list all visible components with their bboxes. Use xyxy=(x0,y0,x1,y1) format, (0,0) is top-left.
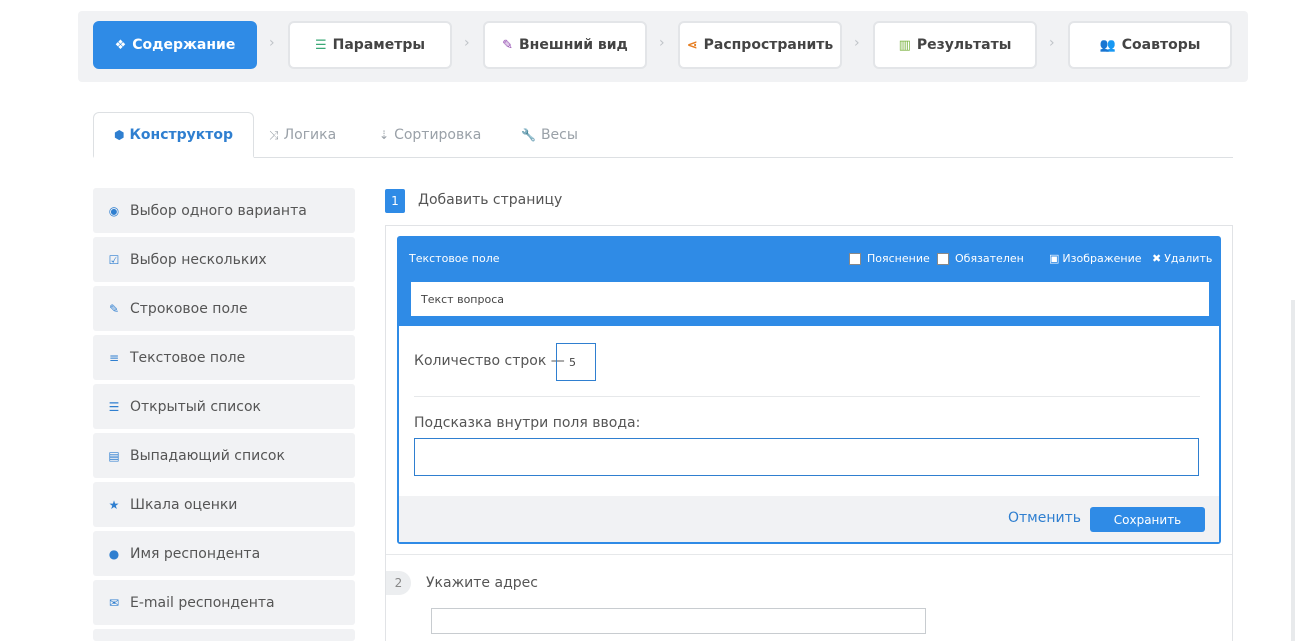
users-icon: 👥 xyxy=(1099,37,1116,53)
tab-sorting[interactable]: ⇣ Сортировка xyxy=(379,112,481,158)
close-icon: ✖ xyxy=(1152,252,1162,265)
cancel-button[interactable]: Отменить xyxy=(1008,510,1081,526)
random-icon: ⤨ xyxy=(269,127,279,142)
chevron-right-icon: › xyxy=(269,35,275,51)
tab-weights[interactable]: 🔧 Весы xyxy=(521,112,578,158)
step-label: Параметры xyxy=(332,37,426,53)
edit-icon: ✎ xyxy=(108,301,120,316)
sidebar-item-dropdown-list[interactable]: ▤ Выпадающий список xyxy=(93,433,355,478)
hint-label: Подсказка внутри поля ввода: xyxy=(414,415,641,431)
share-icon: ⋖ xyxy=(686,37,698,53)
sidebar-item-label: Шкала оценки xyxy=(130,496,238,513)
sidebar-item-label: Выбор нескольких xyxy=(130,251,267,268)
rows-count-label: Количество строк — xyxy=(414,353,565,369)
wrench-icon: 🔧 xyxy=(521,128,536,142)
image-label: Изображение xyxy=(1062,252,1142,265)
required-toggle[interactable]: Обязателен xyxy=(937,252,1024,265)
question-editor-footer: Отменить Сохранить xyxy=(399,496,1219,542)
align-left-icon: ≡ xyxy=(108,350,120,365)
brush-icon: ✎ xyxy=(502,37,514,53)
star-icon: ★ xyxy=(108,497,120,512)
delete-label: Удалить xyxy=(1164,252,1213,265)
user-icon: ● xyxy=(108,546,120,561)
question-type-label: Текстовое поле xyxy=(409,252,500,265)
sidebar-item-respondent-name[interactable]: ● Имя респондента xyxy=(93,531,355,576)
step-label: Результаты xyxy=(916,37,1012,53)
wizard-bar: ❖ Содержание › ☰ Параметры › ✎ Внешний в… xyxy=(78,11,1248,82)
sidebar-item-multiple-choice[interactable]: ☑ Выбор нескольких xyxy=(93,237,355,282)
required-label: Обязателен xyxy=(955,252,1024,265)
sidebar-item-label: Текстовое поле xyxy=(130,349,246,366)
dropdown-list-icon: ▤ xyxy=(108,448,120,463)
sidebar-item-string-field[interactable]: ✎ Строковое поле xyxy=(93,286,355,331)
step-coauthors[interactable]: 👥 Соавторы xyxy=(1068,21,1232,69)
required-checkbox[interactable] xyxy=(937,252,949,265)
chevron-right-icon: › xyxy=(464,35,470,51)
chevron-right-icon: › xyxy=(659,35,665,51)
sidebar-item-respondent-email[interactable]: ✉ E-mail респондента xyxy=(93,580,355,625)
step-label: Распространить xyxy=(703,37,834,53)
image-button[interactable]: ▣ Изображение xyxy=(1049,252,1142,265)
step-results[interactable]: ▥ Результаты xyxy=(873,21,1037,69)
sliders-icon: ☰ xyxy=(314,37,327,53)
question-title[interactable]: Укажите адрес xyxy=(426,575,538,591)
step-parameters[interactable]: ☰ Параметры xyxy=(288,21,452,69)
chevron-right-icon: › xyxy=(854,35,860,51)
sidebar-item-label: Выпадающий список xyxy=(130,447,285,464)
scrollbar[interactable] xyxy=(1291,300,1295,641)
chevron-right-icon: › xyxy=(1049,35,1055,51)
question-text-input[interactable]: Текст вопроса xyxy=(411,282,1209,316)
sidebar-item-rating-scale[interactable]: ★ Шкала оценки xyxy=(93,482,355,527)
explain-toggle[interactable]: Пояснение xyxy=(849,252,930,265)
sidebar-item-open-list[interactable]: ☰ Открытый список xyxy=(93,384,355,429)
divider xyxy=(414,396,1200,397)
question-number-badge: 2 xyxy=(386,571,411,595)
step-content[interactable]: ❖ Содержание xyxy=(93,21,257,69)
explain-label: Пояснение xyxy=(867,252,930,265)
step-label: Соавторы xyxy=(1121,37,1201,53)
sidebar-item-label: Имя респондента xyxy=(130,545,261,562)
tab-logic[interactable]: ⤨ Логика xyxy=(269,112,336,158)
step-share[interactable]: ⋖ Распространить xyxy=(678,21,842,69)
rows-count-input[interactable]: 5 xyxy=(556,343,596,381)
sidebar-item-text-field[interactable]: ≡ Текстовое поле xyxy=(93,335,355,380)
envelope-icon: ✉ xyxy=(108,595,120,610)
radio-check-icon: ◉ xyxy=(108,203,120,218)
sort-icon: ⇣ xyxy=(379,128,390,142)
explain-checkbox[interactable] xyxy=(849,252,861,265)
list-icon: ☰ xyxy=(108,399,120,414)
editor-tabs: ⬢ Конструктор ⤨ Логика ⇣ Сортировка 🔧 Ве… xyxy=(93,112,1233,158)
tab-label: Весы xyxy=(540,127,578,143)
question-editor: Текстовое поле Пояснение Обязателен ▣ Из… xyxy=(397,236,1221,544)
sidebar-item-partial[interactable] xyxy=(93,629,355,641)
sidebar-item-label: Строковое поле xyxy=(130,300,248,317)
bar-chart-icon: ▥ xyxy=(898,37,911,53)
tab-label: Конструктор xyxy=(129,126,234,143)
sidebar-item-label: E-mail респондента xyxy=(130,594,275,611)
add-page-link[interactable]: Добавить страницу xyxy=(418,192,562,208)
cube-icon: ⬢ xyxy=(114,127,125,142)
checkbox-icon: ☑ xyxy=(108,252,120,267)
step-label: Содержание xyxy=(132,37,236,53)
page-number-badge: 1 xyxy=(385,189,405,213)
sidebar-item-label: Открытый список xyxy=(130,398,261,415)
image-icon: ▣ xyxy=(1049,252,1060,265)
tab-label: Сортировка xyxy=(394,127,482,143)
step-appearance[interactable]: ✎ Внешний вид xyxy=(483,21,647,69)
sidebar-item-single-choice[interactable]: ◉ Выбор одного варианта xyxy=(93,188,355,233)
cubes-icon: ❖ xyxy=(114,37,127,53)
step-label: Внешний вид xyxy=(519,37,628,53)
delete-button[interactable]: ✖ Удалить xyxy=(1152,252,1212,265)
save-button[interactable]: Сохранить xyxy=(1090,507,1205,532)
divider xyxy=(386,554,1232,555)
question-editor-header: Текстовое поле Пояснение Обязателен ▣ Из… xyxy=(399,238,1219,326)
tab-constructor[interactable]: ⬢ Конструктор xyxy=(93,112,255,158)
hint-input[interactable] xyxy=(414,438,1199,476)
sidebar-item-label: Выбор одного варианта xyxy=(130,202,307,219)
tab-label: Логика xyxy=(283,127,337,143)
address-input[interactable] xyxy=(431,608,926,634)
